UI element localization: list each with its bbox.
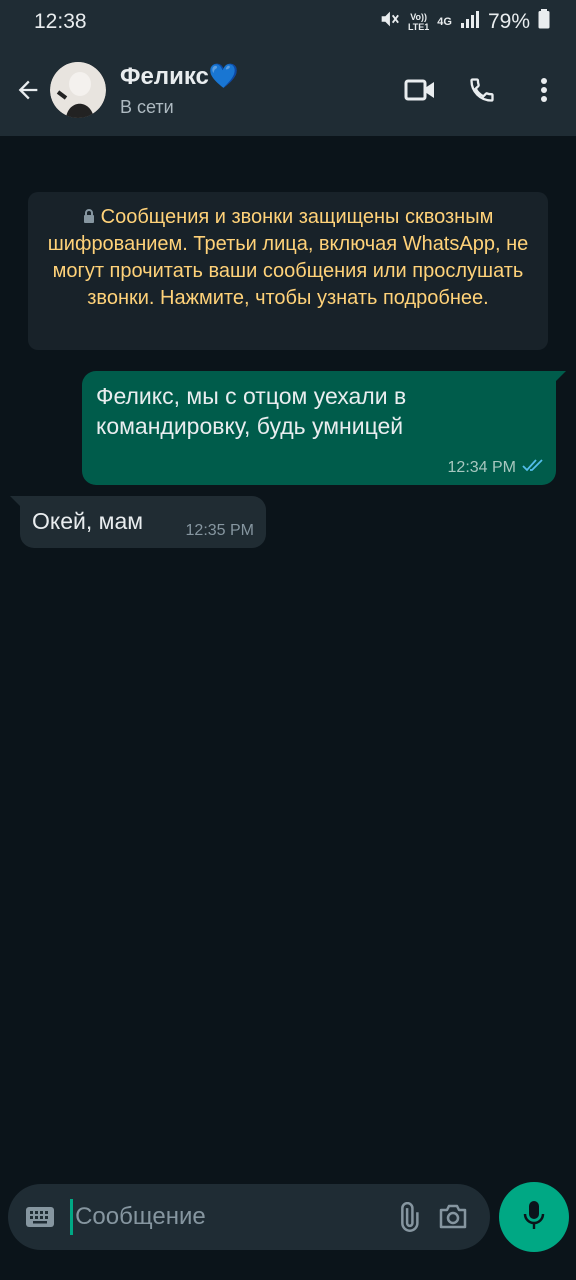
video-call-icon[interactable] bbox=[396, 66, 444, 114]
more-vert-icon[interactable] bbox=[520, 66, 568, 114]
message-input[interactable] bbox=[75, 1203, 386, 1231]
battery-icon bbox=[538, 9, 550, 35]
lock-icon bbox=[83, 204, 95, 231]
encryption-notice[interactable]: Сообщения и звонки защищены сквозным шиф… bbox=[28, 192, 548, 350]
status-bar: 12:38 Vo)) LTE1 4G 79% bbox=[0, 0, 576, 44]
contact-name: Феликс💙 bbox=[120, 63, 239, 90]
incoming-message[interactable]: Окей, мам 12:35 PM bbox=[10, 496, 266, 548]
camera-icon[interactable] bbox=[431, 1192, 476, 1242]
status-indicators: Vo)) LTE1 4G 79% bbox=[378, 8, 550, 36]
contact-info[interactable]: Феликс💙 В сети bbox=[120, 62, 396, 118]
network-type: 4G bbox=[437, 16, 452, 28]
network-top: Vo)) bbox=[410, 12, 428, 22]
message-time: 12:35 PM bbox=[185, 522, 254, 539]
message-meta: 12:34 PM bbox=[448, 458, 544, 477]
keyboard-icon[interactable] bbox=[22, 1197, 58, 1237]
signal-icon bbox=[460, 10, 480, 34]
mic-icon bbox=[522, 1199, 546, 1236]
chat-area[interactable]: Сообщения и звонки защищены сквозным шиф… bbox=[0, 136, 576, 1180]
read-ticks-icon bbox=[522, 458, 544, 477]
mic-button[interactable] bbox=[499, 1182, 569, 1252]
bottom-strip bbox=[0, 1262, 576, 1280]
network-indicator: Vo)) LTE1 bbox=[408, 12, 429, 32]
contact-status: В сети bbox=[120, 97, 174, 117]
status-time: 12:38 bbox=[34, 10, 87, 33]
outgoing-message[interactable]: Феликс, мы с отцом уехали в командировку… bbox=[82, 371, 566, 485]
attach-icon[interactable] bbox=[385, 1192, 430, 1242]
back-arrow-icon[interactable] bbox=[4, 66, 52, 114]
message-meta: 12:35 PM bbox=[186, 522, 254, 540]
network-bottom: LTE1 bbox=[407, 22, 430, 32]
text-cursor bbox=[70, 1199, 74, 1235]
message-time: 12:34 PM bbox=[447, 458, 516, 476]
chat-header: Феликс💙 В сети bbox=[0, 44, 576, 136]
voice-call-icon[interactable] bbox=[458, 66, 506, 114]
encryption-notice-text: Сообщения и звонки защищены сквозным шиф… bbox=[47, 206, 529, 310]
battery-percent: 79% bbox=[487, 10, 530, 33]
mute-icon bbox=[378, 8, 400, 36]
message-input-bar bbox=[8, 1184, 490, 1250]
message-text: Феликс, мы с отцом уехали в командировку… bbox=[96, 383, 407, 439]
avatar[interactable] bbox=[50, 62, 106, 118]
